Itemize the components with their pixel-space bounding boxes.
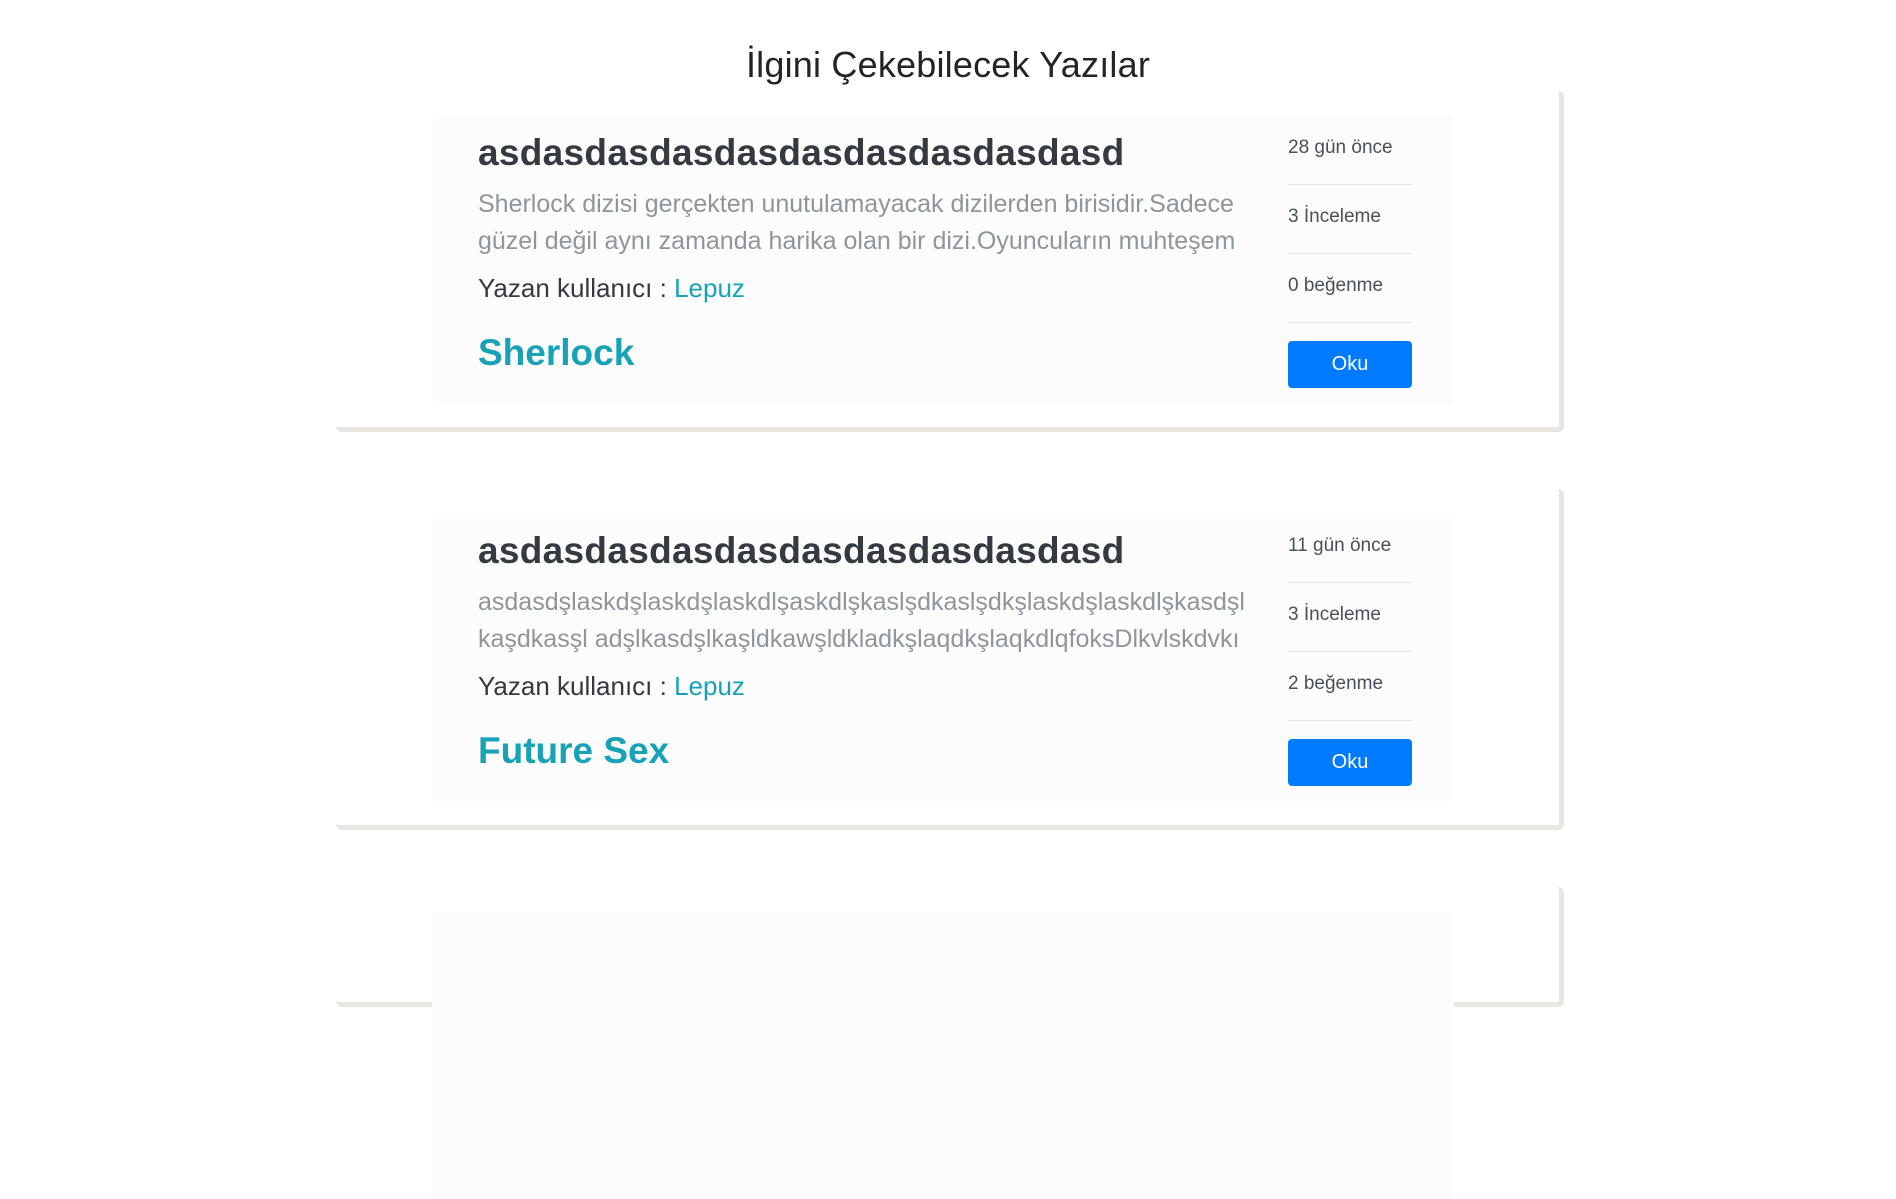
post-date: 28 gün önce — [1288, 116, 1412, 185]
post-content: asdasdasdasdasdasdasdasdasdasd asdasdşla… — [478, 528, 1248, 774]
author-line: Yazan kullanıcı : Lepuz — [478, 272, 1248, 304]
author-label: Yazan kullanıcı : — [478, 273, 675, 303]
author-link[interactable]: Lepuz — [674, 671, 745, 701]
post-card: asdasdasdasdasdasdasdasdasdasd asdasdşla… — [336, 489, 1564, 830]
post-date: 11 gün önce — [1288, 514, 1412, 583]
post-card-body — [432, 912, 1454, 1199]
post-meta: 28 gün önce 3 İnceleme 0 beğenme Oku — [1288, 116, 1412, 388]
post-card: asdasdasdasdasdasdasdasdasdasd Sherlock … — [336, 91, 1564, 432]
post-card-body: asdasdasdasdasdasdasdasdasdasd asdasdşla… — [432, 514, 1454, 801]
post-excerpt: asdasdşlaskdşlaskdşlaskdlşaskdlşkaslşdka… — [478, 588, 1245, 653]
page-title: İlgini Çekebilecek Yazılar — [745, 44, 1151, 86]
review-count: 3 İnceleme — [1288, 185, 1412, 254]
post-title[interactable]: asdasdasdasdasdasdasdasdasdasd — [478, 130, 1248, 176]
post-content: asdasdasdasdasdasdasdasdasdasd Sherlock … — [478, 130, 1248, 376]
post-card-body: asdasdasdasdasdasdasdasdasdasd Sherlock … — [432, 116, 1454, 403]
category-link[interactable]: Sherlock — [478, 330, 1248, 376]
category-link[interactable]: Future Sex — [478, 728, 1248, 774]
author-line: Yazan kullanıcı : Lepuz — [478, 670, 1248, 702]
post-excerpt: Sherlock dizisi gerçekten unutulamayacak… — [478, 190, 1236, 255]
review-count: 3 İnceleme — [1288, 583, 1412, 652]
post-meta: 11 gün önce 3 İnceleme 2 beğenme Oku — [1288, 514, 1412, 786]
post-card-partial — [336, 887, 1564, 1199]
post-title[interactable]: asdasdasdasdasdasdasdasdasdasd — [478, 528, 1248, 574]
like-count: 2 beğenme — [1288, 652, 1412, 721]
read-button[interactable]: Oku — [1288, 739, 1412, 786]
author-label: Yazan kullanıcı : — [478, 671, 675, 701]
like-count: 0 beğenme — [1288, 254, 1412, 323]
read-button[interactable]: Oku — [1288, 341, 1412, 388]
author-link[interactable]: Lepuz — [674, 273, 745, 303]
